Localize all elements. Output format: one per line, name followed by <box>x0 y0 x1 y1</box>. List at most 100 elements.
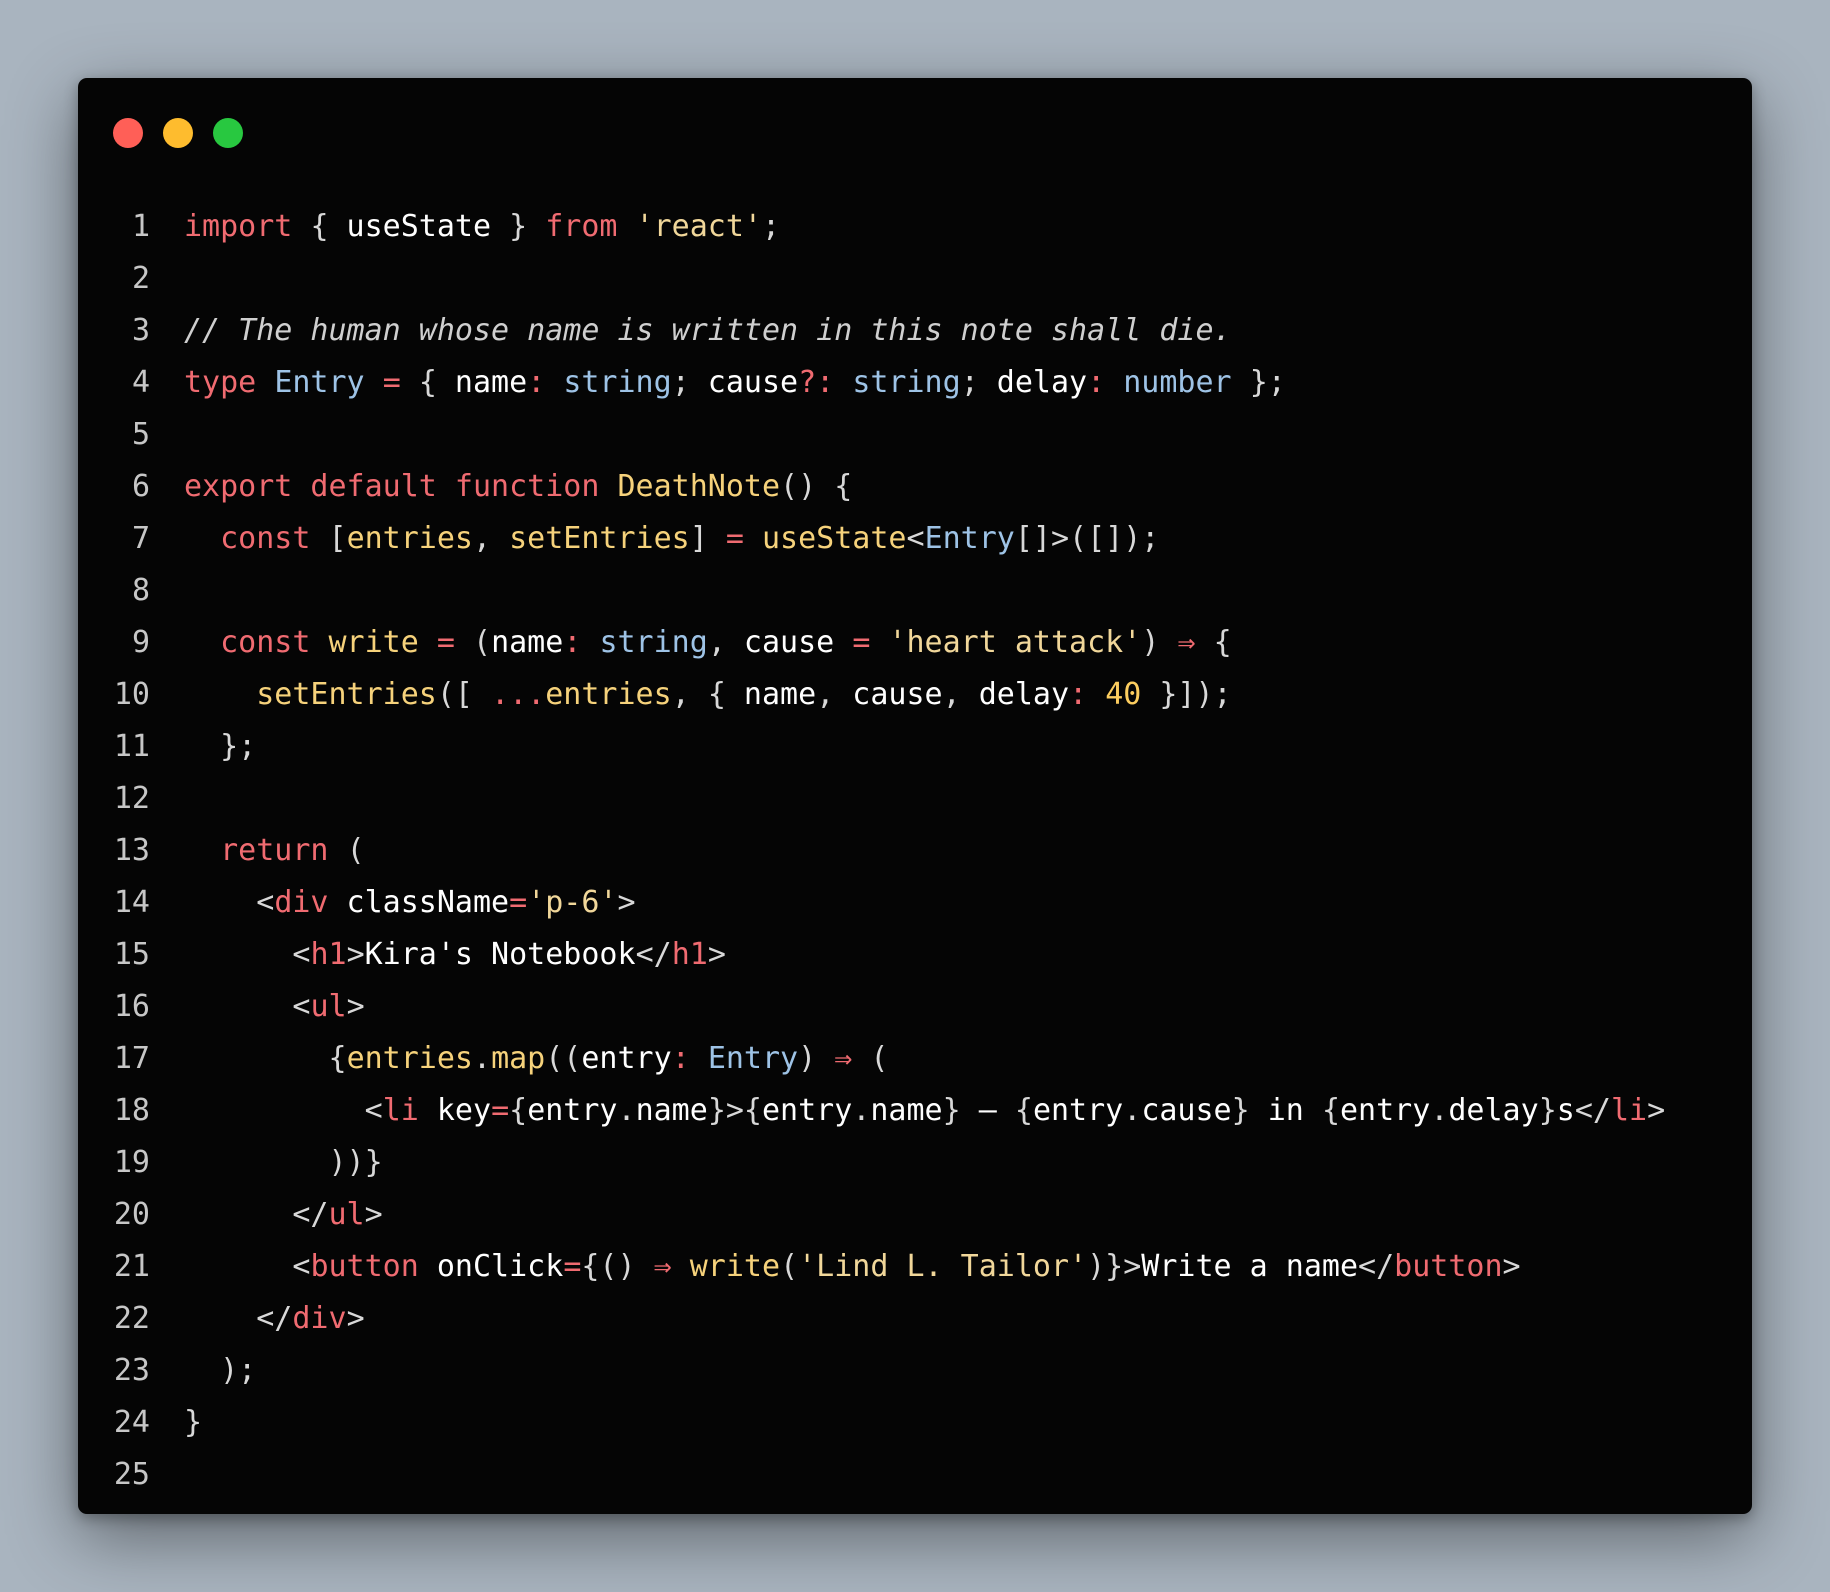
code-token: onClick <box>418 1249 564 1284</box>
line-code: }; <box>184 721 256 773</box>
line-code: <ul> <box>184 981 365 1033</box>
code-token: > <box>346 1301 365 1336</box>
line-number: 4 <box>131 365 150 400</box>
line-number: 22 <box>113 1301 150 1336</box>
code-token: Entry <box>707 1041 799 1076</box>
code-token: Kira's Notebook <box>364 937 636 972</box>
code-token: { <box>509 1093 528 1128</box>
code-line: 12 <box>78 773 1752 825</box>
code-token: entries <box>346 1041 473 1076</box>
code-token: string <box>599 625 708 660</box>
code-token: ... <box>491 677 546 712</box>
code-line: 4 type Entry = { name: string; cause?: st… <box>78 357 1752 409</box>
code-token: , <box>707 625 726 660</box>
code-token: : <box>563 625 582 660</box>
code-line: 11 }; <box>78 721 1752 773</box>
code-token: ⇒ <box>834 1041 853 1076</box>
line-code: <button onClick={() ⇒ write('Lind L. Tai… <box>184 1241 1520 1293</box>
line-code: </ul> <box>184 1189 382 1241</box>
code-token: ; <box>960 365 979 400</box>
line-number: 18 <box>113 1093 150 1128</box>
code-token: : <box>527 365 546 400</box>
code-editor[interactable]: 1 import { useState } from 'react'; 2 3// T… <box>78 201 1752 1501</box>
code-token: { <box>418 365 437 400</box>
code-token: : <box>1069 677 1088 712</box>
code-window: 1 import { useState } from 'react'; 2 3// T… <box>78 78 1752 1514</box>
code-token: ] <box>689 521 708 556</box>
code-line: 18 <li key={entry.name}>{entry.name} — {… <box>78 1085 1752 1137</box>
code-token: </ <box>256 1301 293 1336</box>
line-code: ); <box>184 1345 256 1397</box>
code-token: from <box>545 209 618 244</box>
code-line: 14 <div className='p-6'> <box>78 877 1752 929</box>
code-line: 10 setEntries([ ...entries, { name, caus… <box>78 669 1752 721</box>
code-token: }>{ <box>707 1093 762 1128</box>
code-token: h1 <box>310 937 347 972</box>
code-token: h1 <box>671 937 708 972</box>
code-token: entry <box>1340 1093 1431 1128</box>
code-line: 24} <box>78 1397 1752 1449</box>
code-token: delay <box>960 677 1070 712</box>
code-line: 25 <box>78 1449 1752 1501</box>
code-token: useState <box>762 521 907 556</box>
line-number: 23 <box>113 1353 150 1388</box>
maximize-button[interactable] <box>213 118 243 148</box>
code-token: button <box>310 1249 419 1284</box>
code-token: )}> <box>1087 1249 1142 1284</box>
close-button[interactable] <box>113 118 143 148</box>
code-token: ) <box>1141 625 1160 660</box>
code-token: : <box>671 1041 690 1076</box>
code-token: . <box>1430 1093 1449 1128</box>
code-token: 'p-6' <box>527 885 618 920</box>
code-token: < <box>292 937 311 972</box>
code-token: , <box>671 677 690 712</box>
code-token: delay <box>978 365 1088 400</box>
code-token: in <box>1249 1093 1322 1128</box>
code-token: entries <box>346 521 473 556</box>
line-number: 25 <box>113 1457 150 1492</box>
code-token: ([ <box>436 677 473 712</box>
code-token: cause <box>725 625 853 660</box>
code-token: useState <box>328 209 510 244</box>
code-token: > <box>346 989 365 1024</box>
code-token: ( <box>473 625 492 660</box>
window-controls <box>113 118 243 148</box>
code-token: string <box>563 365 672 400</box>
code-token: Write a name <box>1141 1249 1359 1284</box>
code-token: []>([]); <box>1014 521 1160 556</box>
minimize-button[interactable] <box>163 118 193 148</box>
code-line: 16 <ul> <box>78 981 1752 1033</box>
code-token: ; <box>762 209 781 244</box>
code-line: 5 <box>78 409 1752 461</box>
code-token: = <box>491 1093 510 1128</box>
code-token: } <box>1231 1093 1250 1128</box>
code-token: < <box>364 1093 383 1128</box>
code-token: < <box>292 989 311 1024</box>
code-token: > <box>346 937 365 972</box>
code-token: return <box>220 833 329 868</box>
code-token: , <box>816 677 835 712</box>
code-token: { <box>1321 1093 1340 1128</box>
code-token: li <box>382 1093 419 1128</box>
code-token: , <box>473 521 492 556</box>
code-token: 'heart attack' <box>888 625 1142 660</box>
code-token: map <box>491 1041 546 1076</box>
code-token: name <box>870 1093 943 1128</box>
